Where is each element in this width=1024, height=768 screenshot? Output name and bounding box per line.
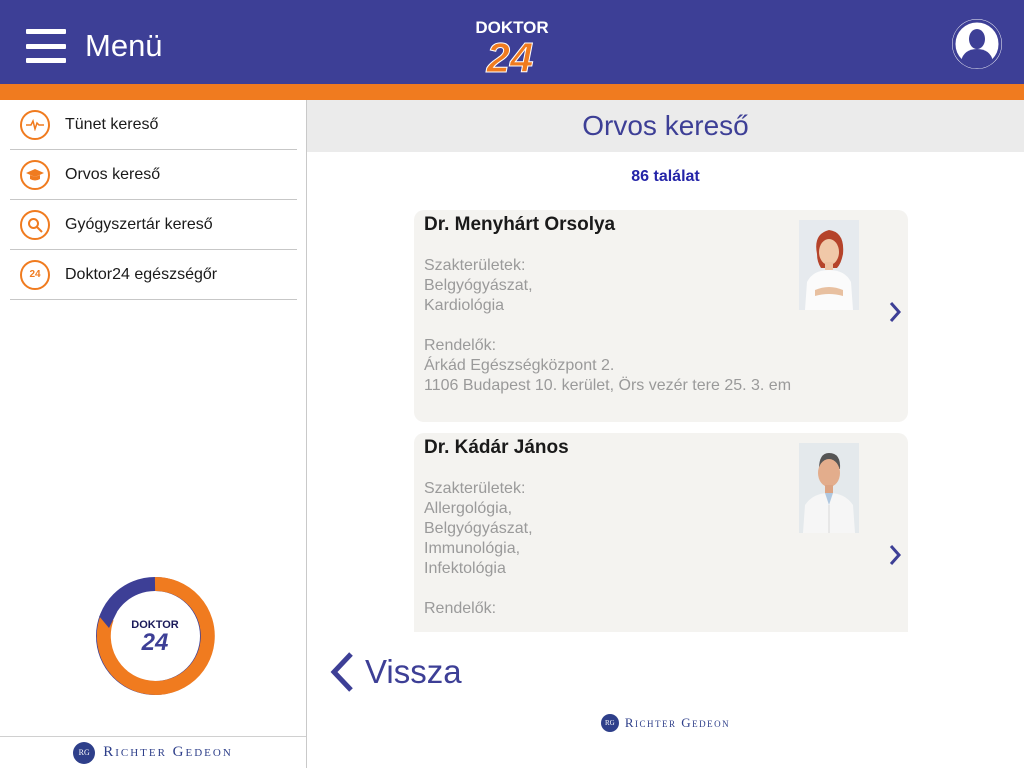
specialty: Allergológia, — [424, 500, 513, 517]
top-bar: Menü DOKTOR 24 — [0, 0, 1024, 84]
back-button[interactable]: Vissza — [329, 650, 462, 694]
office-line: 1106 Budapest 10. kerület, Örs vezér ter… — [424, 377, 792, 394]
doktor24-logo: DOKTOR 24 — [475, 18, 548, 76]
doctor-photo — [799, 220, 859, 310]
richter-gedeon-footer: RG Richter Gedeon — [0, 736, 306, 768]
24-badge-icon: 24 — [20, 259, 50, 290]
graduation-cap-icon — [20, 159, 50, 190]
doctor-name: Dr. Kádár János — [424, 437, 569, 458]
sidebar-item-label: Tünet kereső — [65, 115, 159, 133]
specialty: Kardiológia — [424, 297, 505, 314]
user-silhouette-icon — [952, 19, 1002, 69]
title-bar: Orvos kereső — [307, 100, 1024, 152]
doctor-details: Szakterületek: Belgyógyászat, Kardiológi… — [424, 256, 791, 396]
doctor-details: Szakterületek: Allergológia, Belgyógyász… — [424, 479, 533, 619]
profile-button[interactable] — [952, 19, 1002, 69]
result-count: 86 találat — [631, 168, 700, 185]
chevron-right-icon — [889, 302, 902, 322]
brand-text: Richter Gedeon — [103, 744, 233, 760]
specialties-label: Szakterületek: — [424, 480, 526, 497]
sidebar-item-symptom-search[interactable]: Tünet kereső — [10, 100, 297, 150]
logo-text-num: 24 — [486, 34, 534, 76]
page-title: Orvos kereső — [582, 110, 749, 141]
specialty: Immunológia, — [424, 540, 521, 557]
offices-label: Rendelők: — [424, 337, 497, 354]
menu-label: Menü — [85, 28, 163, 63]
richter-seal-icon: RG — [600, 714, 619, 732]
sidebar-item-doctor-search[interactable]: Orvos kereső — [10, 150, 297, 200]
doctor-name: Dr. Menyhárt Orsolya — [424, 214, 616, 235]
magnifier-icon — [20, 209, 50, 240]
richter-gedeon-footer: RG Richter Gedeon — [307, 712, 1024, 734]
sidebar-item-label: Orvos kereső — [65, 165, 161, 183]
richter-seal-icon: RG — [73, 741, 96, 764]
heartbeat-icon — [20, 109, 50, 140]
side-logo-text-num: 24 — [141, 629, 169, 656]
office-line: Árkád Egészségközpont 2. — [424, 357, 615, 374]
sidebar-item-pharmacy-search[interactable]: Gyógyszertár kereső — [10, 200, 297, 250]
menu-button[interactable]: Menü — [26, 26, 166, 66]
doctor-card[interactable]: Dr. Menyhárt Orsolya Szakterületek: Belg… — [414, 210, 908, 422]
main-panel: Orvos kereső 86 találat Dr. Menyhárt Ors… — [307, 100, 1024, 768]
chevron-left-icon — [330, 652, 353, 692]
specialty: Belgyógyászat, — [424, 277, 533, 294]
doctor-card[interactable]: Dr. Kádár János Szakterületek: Allergoló… — [414, 433, 908, 632]
sidebar-item-label: Doktor24 egészségőr — [65, 265, 218, 283]
doctor-photo — [799, 443, 859, 533]
doktor24-circle-logo: DOKTOR 24 — [96, 576, 215, 695]
hamburger-icon — [26, 29, 66, 63]
offices-label: Rendelők: — [424, 600, 497, 617]
accent-stripe — [0, 84, 1024, 100]
chevron-right-icon — [889, 545, 902, 565]
sidebar: Tünet kereső Orvos kereső Gyógyszertár k… — [0, 100, 307, 768]
sidebar-item-label: Gyógyszertár kereső — [65, 215, 213, 233]
specialty: Belgyógyászat, — [424, 520, 533, 537]
sidebar-item-health-guard[interactable]: 24 Doktor24 egészségőr — [10, 250, 297, 300]
specialties-label: Szakterületek: — [424, 257, 526, 274]
back-label: Vissza — [365, 653, 462, 690]
specialty: Infektológia — [424, 560, 506, 577]
brand-text: Richter Gedeon — [624, 715, 731, 730]
doctor-list[interactable]: Dr. Menyhárt Orsolya Szakterületek: Belg… — [414, 210, 908, 632]
